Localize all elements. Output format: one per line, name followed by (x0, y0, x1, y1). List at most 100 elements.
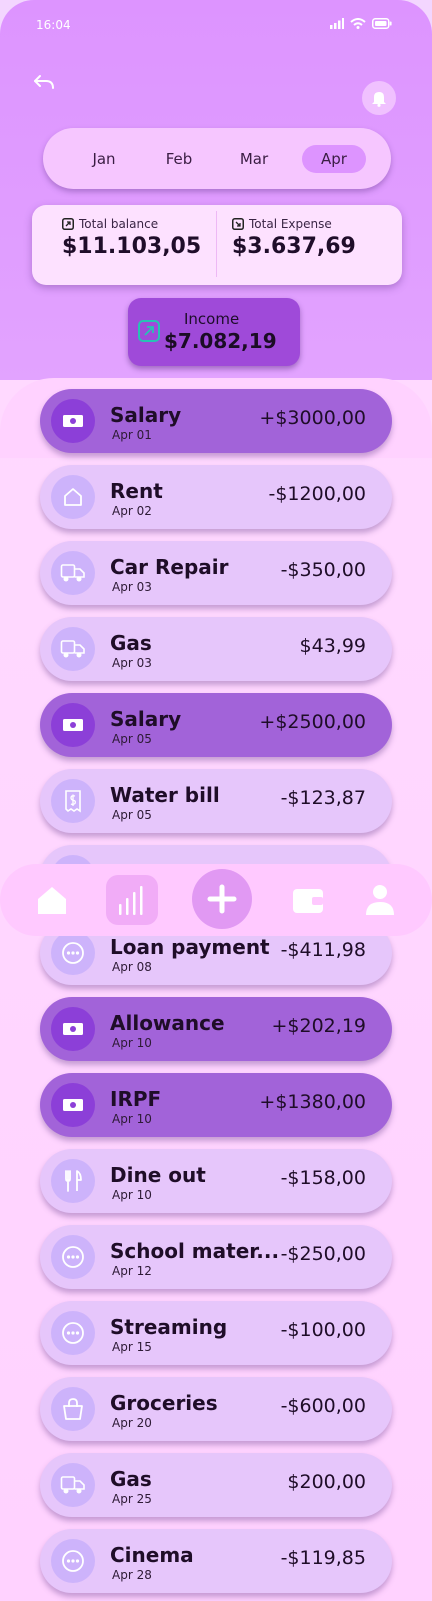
transaction-date: Apr 05 (112, 808, 152, 822)
transaction-name: School mater... (110, 1239, 280, 1263)
transaction-amount: +$3000,00 (259, 407, 366, 429)
month-tab-mar[interactable]: Mar (229, 145, 279, 173)
transaction-row[interactable]: Car Repair Apr 03 -$350,00 (40, 541, 392, 605)
car-icon (51, 551, 95, 595)
transaction-date: Apr 28 (112, 1568, 152, 1582)
transaction-amount: $200,00 (287, 1471, 366, 1493)
transaction-name: Allowance (110, 1011, 225, 1035)
transaction-name: Gas (110, 631, 152, 655)
transaction-date: Apr 12 (112, 1264, 152, 1278)
transaction-name: Loan payment (110, 935, 270, 959)
transaction-amount: -$411,98 (280, 939, 366, 961)
bell-icon (372, 92, 386, 107)
transaction-name: Water bill (110, 783, 220, 807)
transaction-row[interactable]: Streaming Apr 15 -$100,00 (40, 1301, 392, 1365)
income-card[interactable]: Income $7.082,19 (128, 298, 300, 366)
transaction-row[interactable]: Salary Apr 01 +$3000,00 (40, 389, 392, 453)
bag-icon (51, 1387, 95, 1431)
total-expense-label: Total Expense (249, 217, 332, 231)
nav-stats[interactable] (106, 875, 158, 925)
transaction-name: Car Repair (110, 555, 229, 579)
transaction-row[interactable]: IRPF Apr 10 +$1380,00 (40, 1073, 392, 1137)
phone-screen: 16:04 Jan Feb Mar Apr Total balance $11.… (0, 0, 432, 1601)
transaction-row[interactable]: Water bill Apr 05 -$123,87 (40, 769, 392, 833)
notification-button[interactable] (362, 81, 396, 115)
nav-profile[interactable] (364, 880, 396, 920)
wallet-icon (293, 889, 323, 913)
transaction-row[interactable]: Rent Apr 02 -$1200,00 (40, 465, 392, 529)
add-icon (207, 884, 237, 914)
income-label: Income (184, 310, 240, 328)
transaction-date: Apr 03 (112, 580, 152, 594)
divider (216, 211, 217, 277)
arrow-up-right-icon (62, 218, 74, 230)
car-icon (51, 627, 95, 671)
transaction-row[interactable]: School mater... Apr 12 -$250,00 (40, 1225, 392, 1289)
transaction-name: Salary (110, 707, 182, 731)
month-tab-jan[interactable]: Jan (79, 145, 129, 173)
transaction-row[interactable]: Dine out Apr 10 -$158,00 (40, 1149, 392, 1213)
wifi-icon (350, 18, 366, 29)
transaction-row[interactable]: Cinema Apr 28 -$119,85 (40, 1529, 392, 1593)
transaction-date: Apr 10 (112, 1112, 152, 1126)
cutlery-icon (51, 1159, 95, 1203)
cash-icon (51, 1007, 95, 1051)
month-tab-apr[interactable]: Apr (302, 145, 366, 173)
cash-icon (51, 1083, 95, 1127)
nav-add-button[interactable] (192, 869, 252, 929)
transaction-amount: -$600,00 (280, 1395, 366, 1417)
more-icon (51, 1311, 95, 1355)
balance-card: Total balance $11.103,05 Total Expense $… (32, 205, 402, 285)
status-bar: 16:04 (0, 0, 432, 50)
transaction-amount: +$202,19 (271, 1015, 367, 1037)
transaction-name: Streaming (110, 1315, 228, 1339)
more-icon (51, 931, 95, 975)
more-icon (51, 1539, 95, 1583)
transaction-date: Apr 20 (112, 1416, 152, 1430)
transaction-date: Apr 01 (112, 428, 152, 442)
transaction-amount: -$158,00 (280, 1167, 366, 1189)
transaction-amount: +$2500,00 (259, 711, 366, 733)
month-tab-feb[interactable]: Feb (154, 145, 204, 173)
income-value: $7.082,19 (164, 329, 277, 353)
status-time: 16:04 (36, 18, 71, 32)
stats-icon (119, 886, 143, 915)
car-icon (51, 1463, 95, 1507)
back-button[interactable] (32, 70, 56, 94)
transaction-date: Apr 08 (112, 960, 152, 974)
nav-home[interactable] (32, 882, 72, 918)
transaction-row[interactable]: Allowance Apr 10 +$202,19 (40, 997, 392, 1061)
transaction-amount: -$100,00 (280, 1319, 366, 1341)
transaction-date: Apr 05 (112, 732, 152, 746)
more-icon (51, 1235, 95, 1279)
transaction-name: Gas (110, 1467, 152, 1491)
transaction-amount: $43,99 (299, 635, 366, 657)
nav-wallet[interactable] (290, 884, 326, 916)
transaction-date: Apr 15 (112, 1340, 152, 1354)
transaction-name: IRPF (110, 1087, 162, 1111)
transaction-amount: -$119,85 (280, 1547, 366, 1569)
transaction-name: Cinema (110, 1543, 194, 1567)
transaction-row[interactable]: Gas Apr 25 $200,00 (40, 1453, 392, 1517)
transaction-date: Apr 10 (112, 1188, 152, 1202)
total-expense-value: $3.637,69 (232, 234, 356, 259)
cash-icon (51, 399, 95, 443)
total-balance: Total balance $11.103,05 (62, 217, 201, 259)
month-selector: Jan Feb Mar Apr (43, 128, 391, 189)
home-icon (38, 887, 66, 914)
transaction-name: Groceries (110, 1391, 218, 1415)
transaction-name: Rent (110, 479, 163, 503)
profile-icon (366, 885, 394, 915)
transaction-amount: -$123,87 (280, 787, 366, 809)
income-arrow-icon (138, 320, 160, 342)
transaction-row[interactable]: Groceries Apr 20 -$600,00 (40, 1377, 392, 1441)
total-balance-value: $11.103,05 (62, 234, 202, 259)
battery-icon (372, 18, 392, 29)
transaction-row[interactable]: Salary Apr 05 +$2500,00 (40, 693, 392, 757)
cash-icon (51, 703, 95, 747)
transaction-amount: -$250,00 (280, 1243, 366, 1265)
transaction-amount: +$1380,00 (259, 1091, 366, 1113)
transaction-row[interactable]: Gas Apr 03 $43,99 (40, 617, 392, 681)
transaction-amount: -$1200,00 (268, 483, 366, 505)
transaction-date: Apr 02 (112, 504, 152, 518)
